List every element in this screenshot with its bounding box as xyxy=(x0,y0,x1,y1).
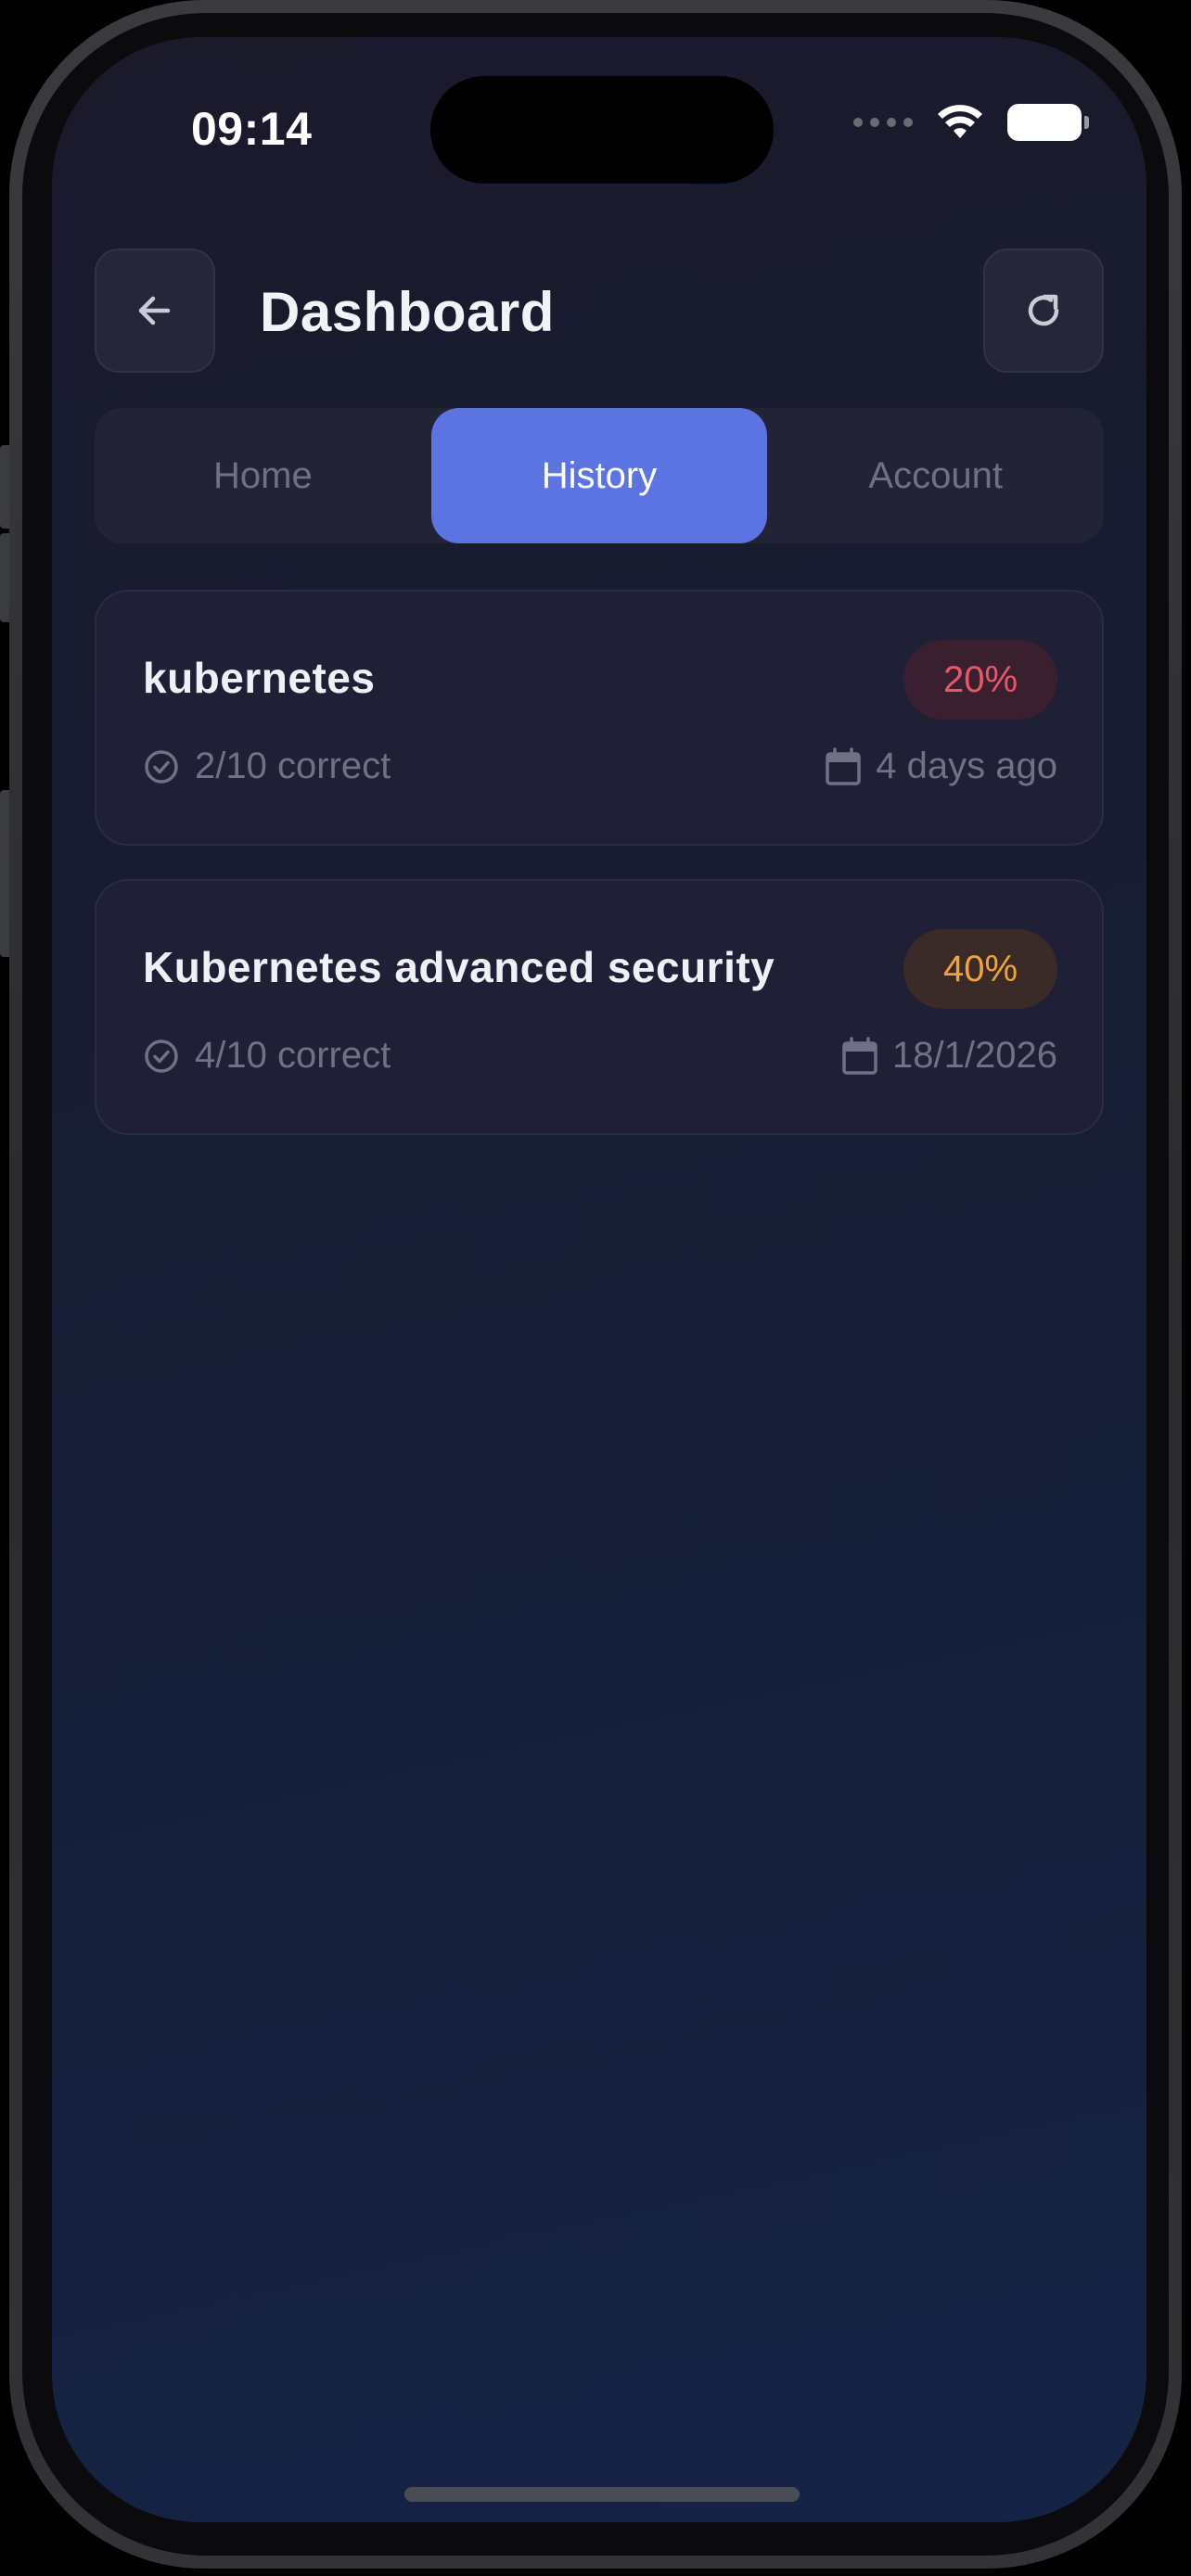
tab-bar: Home History Account xyxy=(95,408,1104,543)
silent-switch xyxy=(0,445,9,529)
status-indicators xyxy=(853,104,1089,141)
refresh-button[interactable] xyxy=(983,249,1104,373)
wifi-icon xyxy=(938,105,982,138)
battery-icon xyxy=(1007,104,1089,141)
date-label: 18/1/2026 xyxy=(892,1035,1057,1076)
quiz-date: 4 days ago xyxy=(824,746,1057,787)
quiz-date: 18/1/2026 xyxy=(840,1035,1057,1077)
quiz-title: kubernetes xyxy=(143,654,376,702)
tab-home[interactable]: Home xyxy=(95,408,431,543)
check-circle-icon xyxy=(145,749,178,784)
back-button[interactable] xyxy=(95,249,215,373)
cellular-signal-icon xyxy=(853,118,913,127)
home-indicator[interactable] xyxy=(404,2487,800,2502)
tab-history[interactable]: History xyxy=(430,408,768,543)
date-label: 4 days ago xyxy=(876,746,1057,786)
history-card[interactable]: Kubernetes advanced security 40% 4/10 co… xyxy=(95,879,1104,1135)
tab-account[interactable]: Account xyxy=(767,408,1104,543)
calendar-icon xyxy=(842,1036,877,1075)
status-time: 09:14 xyxy=(191,103,313,155)
history-card[interactable]: kubernetes 20% 2/10 correct 4 days ago xyxy=(95,590,1104,846)
score-badge: 40% xyxy=(903,929,1057,1009)
check-circle-icon xyxy=(145,1039,178,1073)
volume-up-button xyxy=(0,533,9,622)
correct-label: 2/10 correct xyxy=(195,746,391,786)
calendar-icon xyxy=(826,746,862,785)
arrow-left-icon xyxy=(138,296,171,325)
correct-label: 4/10 correct xyxy=(195,1035,391,1076)
quiz-title: Kubernetes advanced security xyxy=(143,943,775,991)
correct-count: 4/10 correct xyxy=(143,1035,391,1077)
app-screen: 09:14 Dashboard Home History Account kub… xyxy=(52,37,1146,2522)
dynamic-island xyxy=(430,76,774,184)
volume-down-button xyxy=(0,790,9,957)
page-title: Dashboard xyxy=(260,281,555,343)
correct-count: 2/10 correct xyxy=(143,746,391,787)
score-badge: 20% xyxy=(903,640,1057,720)
refresh-icon xyxy=(1028,294,1059,326)
